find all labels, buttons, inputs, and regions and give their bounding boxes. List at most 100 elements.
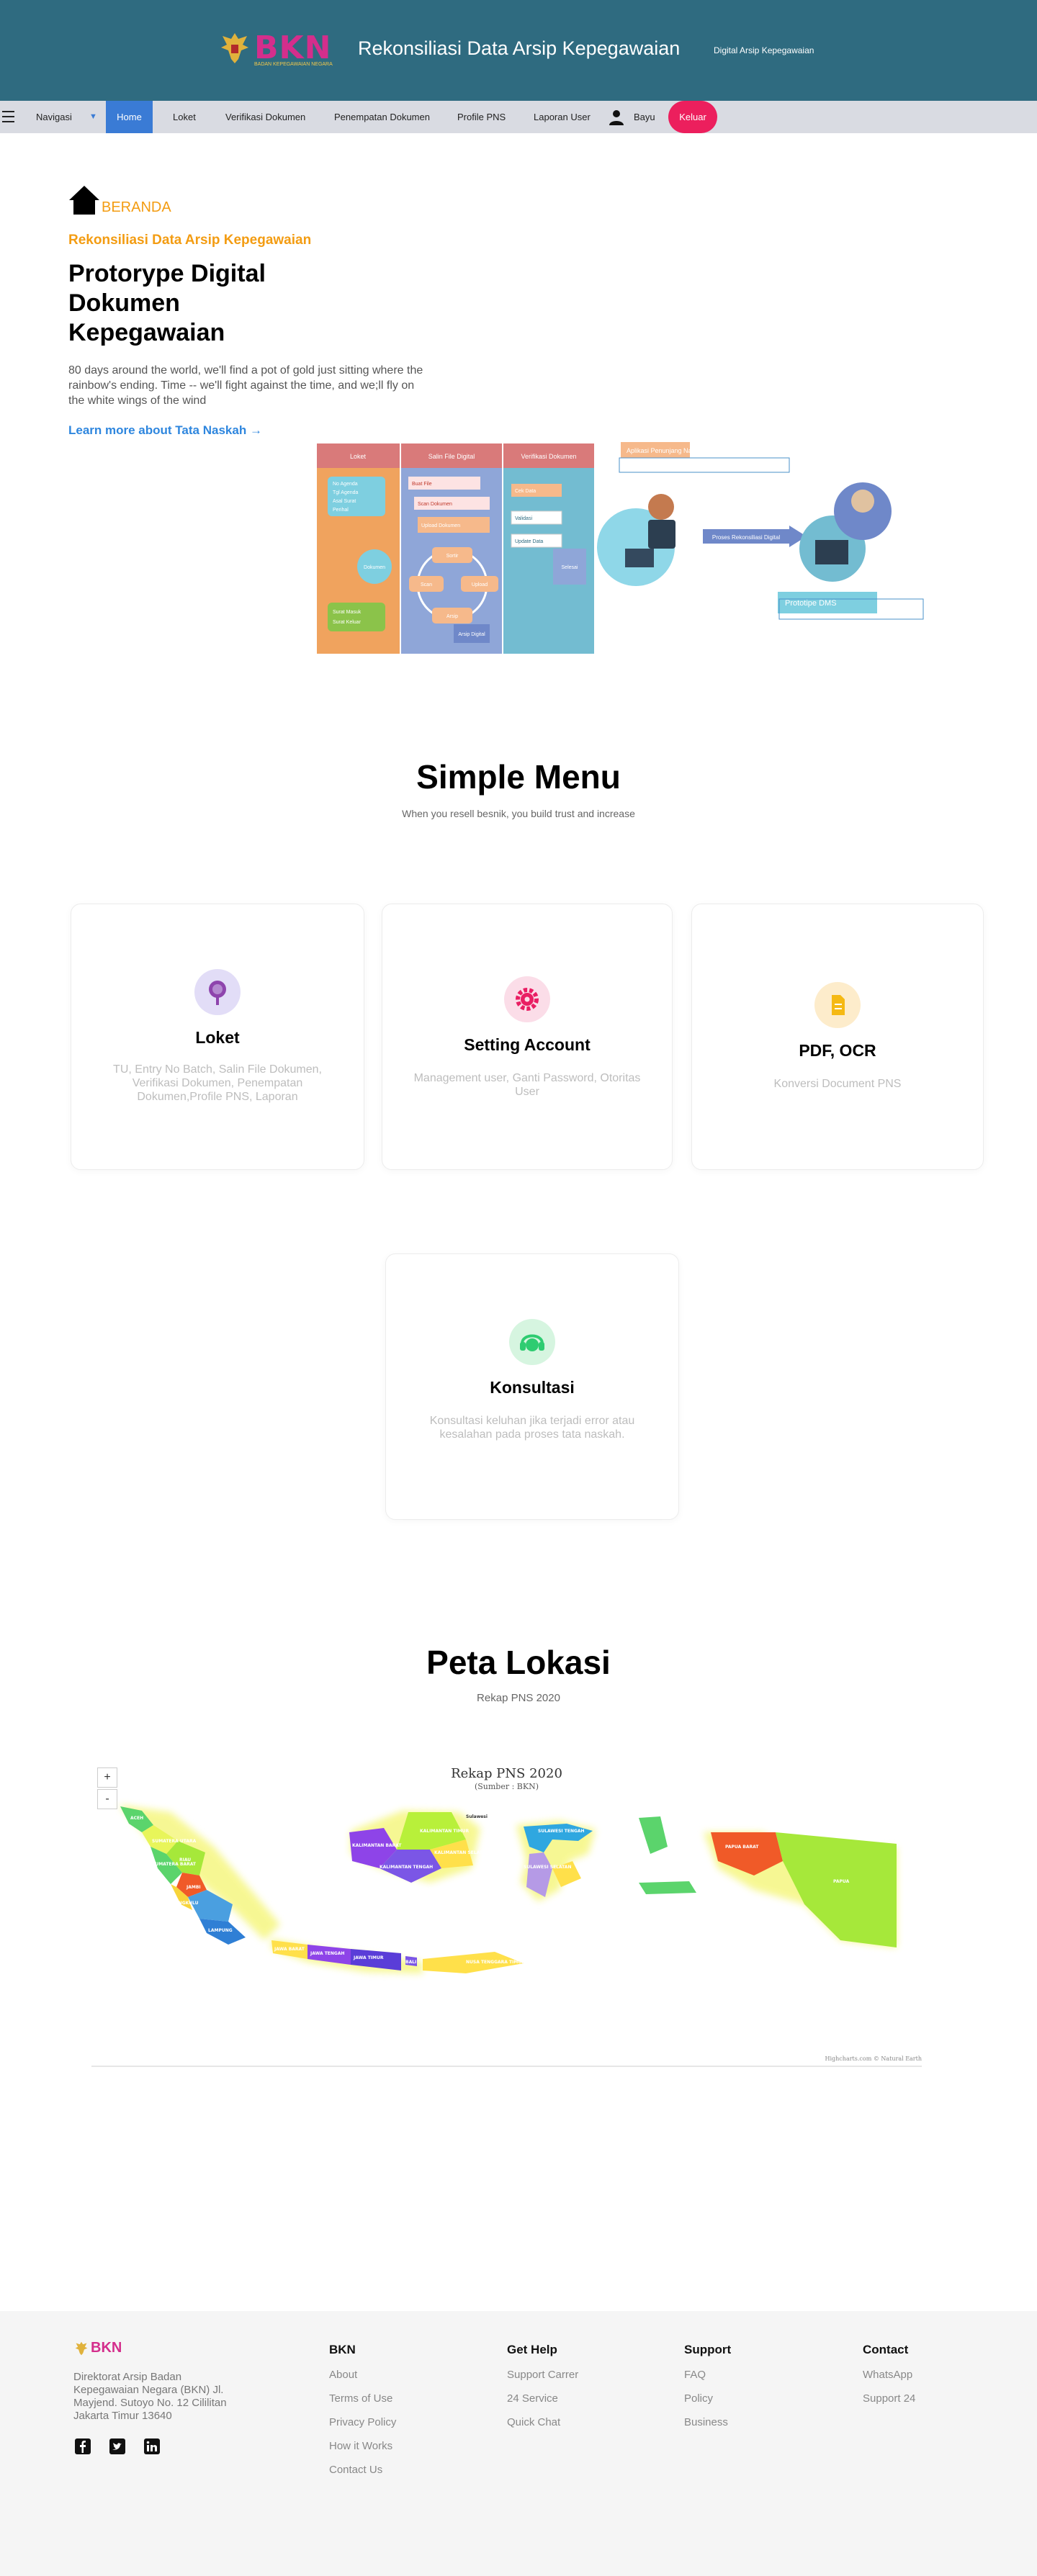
menu-card-setting-account[interactable]: Setting Account Management user, Ganti P…	[382, 904, 673, 1170]
learn-more-link[interactable]: Learn more about Tata Naskah →	[68, 423, 262, 438]
region-maluku	[639, 1816, 668, 1854]
footer-col-title: BKN	[329, 2343, 356, 2356]
svg-text:JAWA BARAT: JAWA BARAT	[274, 1947, 305, 1952]
svg-text:JAWA TENGAH: JAWA TENGAH	[310, 1951, 345, 1956]
learn-more-label: Learn more about Tata Naskah	[68, 423, 247, 437]
footer-link-privacy[interactable]: Privacy Policy	[329, 2416, 396, 2428]
linkedin-icon[interactable]	[143, 2438, 161, 2455]
hamburger-menu-icon[interactable]	[2, 111, 14, 122]
svg-text:Buat File: Buat File	[412, 482, 432, 487]
map-svg: ACEH SUMATERA UTARA RIAU SUMATERA BARAT …	[91, 1805, 922, 2067]
card-description: Konsultasi keluhan jika terjadi error at…	[429, 1415, 635, 1441]
headset-icon	[509, 1319, 555, 1365]
indonesia-map-chart[interactable]: + - Rekap PNS 2020 (Sumber : BKN) ACEH S…	[91, 1760, 922, 2070]
nav-home[interactable]: Home	[106, 101, 153, 133]
menu-section-subtitle: When you resell besnik, you build trust …	[402, 808, 635, 819]
user-icon[interactable]	[609, 109, 624, 125]
bkn-logo[interactable]: BKN BADAN KEPEGAWAIAN NEGARA	[220, 30, 333, 67]
map-credit[interactable]: Highcharts.com © Natural Earth	[825, 2055, 922, 2062]
diagram-col-verifikasi: Verifikasi Dokumen	[521, 453, 576, 460]
svg-text:Tgl Agenda: Tgl Agenda	[333, 490, 359, 495]
diagram-app-label: Aplikasi Penunjang Nasional	[627, 447, 709, 454]
footer-link-support-carrer[interactable]: Support Carrer	[507, 2369, 578, 2381]
footer-link-about[interactable]: About	[329, 2369, 357, 2381]
map-section-title: Peta Lokasi	[426, 1644, 611, 1681]
svg-text:Upload Dokumen: Upload Dokumen	[421, 523, 460, 528]
garuda-emblem-icon	[75, 2341, 88, 2355]
facebook-icon[interactable]	[74, 2438, 91, 2455]
svg-text:SUMATERA UTARA: SUMATERA UTARA	[152, 1839, 197, 1844]
card-description: TU, Entry No Batch, Salin File Dokumen, …	[113, 1063, 322, 1103]
svg-text:LAMPUNG: LAMPUNG	[208, 1928, 233, 1933]
home-icon[interactable]	[68, 184, 100, 216]
svg-text:NUSA TENGGARA TIMUR: NUSA TENGGARA TIMUR	[466, 1960, 525, 1965]
footer-col-title: Get Help	[507, 2343, 557, 2356]
svg-text:Arsip: Arsip	[446, 614, 458, 619]
svg-text:PAPUA BARAT: PAPUA BARAT	[725, 1845, 759, 1850]
site-subtitle: Digital Arsip Kepegawaian	[714, 45, 814, 55]
svg-text:Surat Masuk: Surat Masuk	[333, 610, 362, 615]
nav-verifikasi-dokumen[interactable]: Verifikasi Dokumen	[225, 101, 305, 133]
footer-link-24-service[interactable]: 24 Service	[507, 2392, 558, 2405]
svg-text:Update Data: Update Data	[515, 539, 543, 544]
menu-card-konsultasi[interactable]: Konsultasi Konsultasi keluhan jika terja…	[385, 1253, 679, 1520]
nav-profile-pns[interactable]: Profile PNS	[457, 101, 506, 133]
breadcrumb-label[interactable]: BERANDA	[102, 199, 171, 216]
card-description: Management user, Ganti Password, Otorita…	[413, 1072, 641, 1098]
footer-link-quick-chat[interactable]: Quick Chat	[507, 2416, 560, 2428]
footer: BKN Direktorat Arsip Badan Kepegawaian N…	[0, 2311, 1037, 2576]
nav-loket[interactable]: Loket	[173, 101, 196, 133]
footer-logo[interactable]: BKN	[73, 2340, 122, 2356]
footer-link-business[interactable]: Business	[684, 2416, 728, 2428]
footer-link-how-it-works[interactable]: How it Works	[329, 2440, 392, 2452]
footer-link-terms[interactable]: Terms of Use	[329, 2392, 392, 2405]
footer-address: Direktorat Arsip Badan Kepegawaian Negar…	[73, 2371, 227, 2422]
footer-col-title: Support	[684, 2343, 732, 2356]
svg-text:BALI: BALI	[405, 1960, 416, 1965]
diagram-proto-label: Prototipe DMS	[785, 599, 837, 608]
page: BKN BADAN KEPEGAWAIAN NEGARA Rekonsilias…	[0, 0, 1037, 2576]
footer-link-contact-us[interactable]: Contact Us	[329, 2464, 382, 2476]
menu-card-pdf-ocr[interactable]: PDF, OCR Konversi Document PNS	[691, 904, 984, 1170]
workflow-diagram: Loket No Agenda Tgl Agenda Asal Surat Pe…	[317, 442, 924, 654]
site-title: Rekonsiliasi Data Arsip Kepegawaian	[358, 37, 681, 59]
footer-link-whatsapp[interactable]: WhatsApp	[863, 2369, 912, 2381]
footer-col-title: Contact	[863, 2343, 909, 2356]
svg-text:KALIMANTAN TENGAH: KALIMANTAN TENGAH	[380, 1865, 433, 1870]
region-maluku-south	[639, 1881, 696, 1894]
footer-logo-text: BKN	[91, 2340, 122, 2356]
garuda-emblem-icon	[221, 33, 248, 63]
nav-navigasi[interactable]: Navigasi	[36, 101, 72, 133]
diagram-col-salin: Salin File Digital	[428, 453, 475, 460]
main-navbar: Navigasi ▼ Home Loket Verifikasi Dokumen…	[0, 101, 1037, 133]
menu-card-loket[interactable]: Loket TU, Entry No Batch, Salin File Dok…	[71, 904, 364, 1170]
file-icon	[814, 982, 861, 1028]
svg-text:SULAWESI TENGAH: SULAWESI TENGAH	[538, 1829, 585, 1834]
card-description: Konversi Document PNS	[773, 1078, 902, 1090]
svg-text:Dokumen: Dokumen	[364, 565, 385, 570]
svg-text:BENGKULU: BENGKULU	[172, 1901, 199, 1906]
svg-text:No Agenda: No Agenda	[333, 482, 358, 487]
svg-text:JAWA TIMUR: JAWA TIMUR	[353, 1955, 384, 1960]
top-header: BKN BADAN KEPEGAWAIAN NEGARA Rekonsilias…	[0, 0, 1037, 101]
svg-text:KALIMANTAN TIMUR: KALIMANTAN TIMUR	[420, 1829, 470, 1834]
logo-subtitle: BADAN KEPEGAWAIAN NEGARA	[254, 62, 333, 67]
logo-text: BKN	[254, 30, 332, 66]
svg-text:SUMATERA BARAT: SUMATERA BARAT	[152, 1862, 197, 1867]
nav-penempatan-dokumen[interactable]: Penempatan Dokumen	[334, 101, 430, 133]
svg-text:JAMBI: JAMBI	[186, 1885, 201, 1890]
footer-link-support-24[interactable]: Support 24	[863, 2392, 915, 2405]
svg-text:KALIMANTAN SELATAN: KALIMANTAN SELATAN	[434, 1850, 489, 1855]
nav-user-name[interactable]: Bayu	[634, 101, 655, 133]
logout-button[interactable]: Keluar	[668, 101, 717, 133]
gear-icon	[504, 976, 550, 1022]
footer-link-faq[interactable]: FAQ	[684, 2369, 706, 2381]
footer-link-policy[interactable]: Policy	[684, 2392, 713, 2405]
twitter-icon[interactable]	[109, 2438, 126, 2455]
nav-laporan-user[interactable]: Laporan User	[534, 101, 591, 133]
svg-text:Scan Dokumen: Scan Dokumen	[418, 502, 452, 507]
nav-dropdown-caret-icon[interactable]: ▼	[89, 101, 97, 133]
svg-text:Validasi: Validasi	[515, 516, 532, 521]
hero-title: Protorype Digital Dokumen Kepegawaian	[68, 260, 266, 346]
diagram-col-loket: Loket	[350, 453, 367, 460]
